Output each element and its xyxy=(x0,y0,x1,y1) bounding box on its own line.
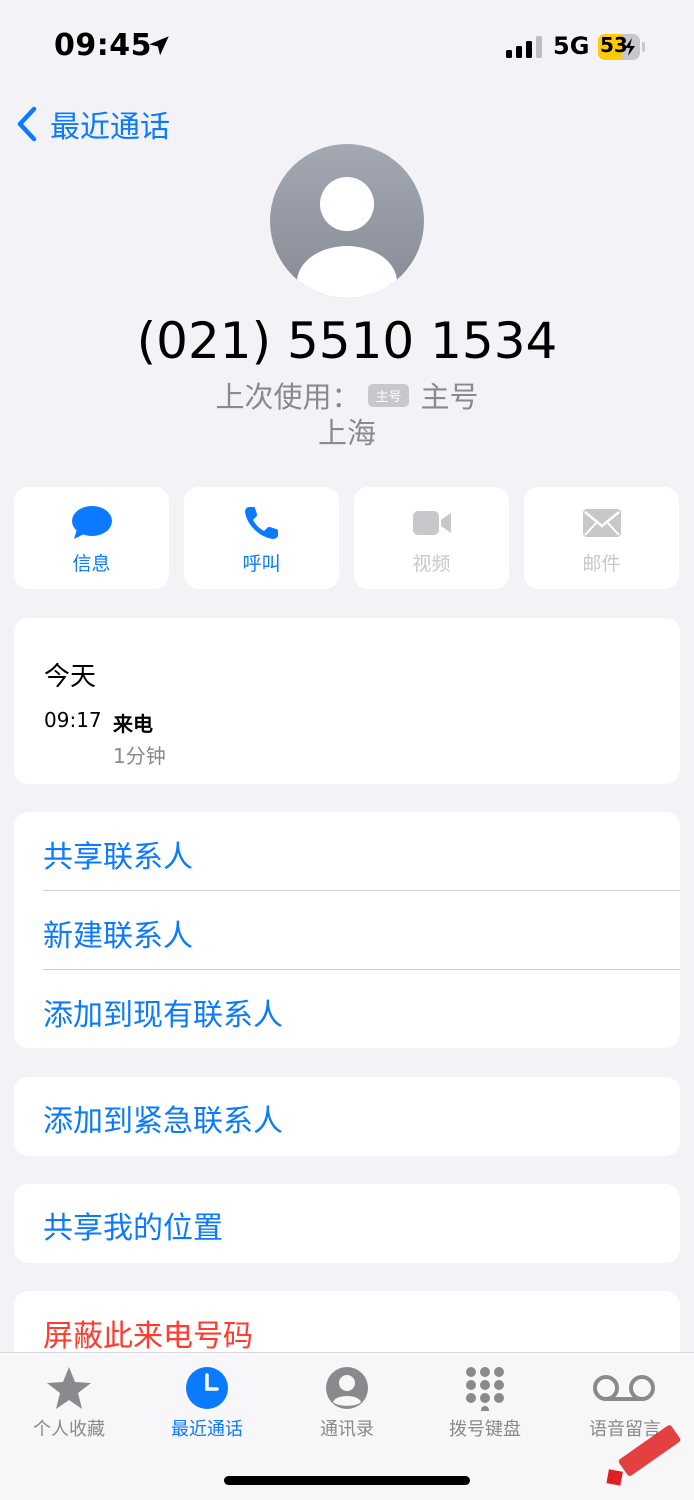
divider xyxy=(43,890,680,891)
mail-button[interactable]: 邮件 xyxy=(524,487,679,589)
location-card: 共享我的位置 xyxy=(14,1184,680,1263)
history-call-type: 来电 xyxy=(113,712,153,736)
history-duration: 1分钟 xyxy=(113,744,166,768)
video-label: 视频 xyxy=(412,553,451,575)
block-caller-button[interactable]: 屏蔽此来电号码 xyxy=(43,1311,253,1355)
contact-options-card: 共享联系人 新建联系人 添加到现有联系人 xyxy=(14,812,680,1048)
call-label: 呼叫 xyxy=(242,553,281,575)
star-icon xyxy=(47,1367,91,1409)
mail-icon xyxy=(583,509,621,537)
tab-label: 个人收藏 xyxy=(33,1419,105,1440)
call-history-card: 今天 09:17 来电 1分钟 xyxy=(14,618,680,784)
history-time: 09:17 xyxy=(44,708,102,732)
share-contact-button[interactable]: 共享联系人 xyxy=(43,832,193,876)
location-arrow-icon xyxy=(149,36,169,56)
phone-number: (021) 5510 1534 xyxy=(136,312,558,370)
mail-label: 邮件 xyxy=(582,553,621,575)
share-location-button[interactable]: 共享我的位置 xyxy=(43,1203,223,1247)
cellular-signal-icon xyxy=(506,36,542,58)
status-bar: 09:45 5G 53 xyxy=(0,0,694,92)
new-contact-button[interactable]: 新建联系人 xyxy=(43,911,193,955)
battery-percent: 53 xyxy=(600,33,628,57)
add-emergency-contact-button[interactable]: 添加到紧急联系人 xyxy=(43,1096,283,1140)
tab-label: 最近通话 xyxy=(171,1419,243,1440)
message-label: 信息 xyxy=(72,553,111,575)
back-label: 最近通话 xyxy=(50,110,170,145)
watermark-logo-icon xyxy=(606,1425,681,1486)
avatar xyxy=(270,144,424,298)
status-time: 09:45 xyxy=(54,28,152,63)
history-day: 今天 xyxy=(44,662,97,692)
person-silhouette-icon xyxy=(297,177,397,298)
keypad-icon xyxy=(466,1367,504,1411)
divider xyxy=(43,969,680,970)
video-icon xyxy=(413,511,451,535)
region: 上海 xyxy=(317,416,376,450)
back-button[interactable]: 最近通话 xyxy=(14,102,170,146)
chevron-left-icon xyxy=(17,106,37,142)
phone-icon xyxy=(245,507,278,539)
call-button[interactable]: 呼叫 xyxy=(184,487,339,589)
tab-label: 拨号键盘 xyxy=(449,1419,521,1440)
clock-icon xyxy=(186,1367,228,1409)
message-icon xyxy=(72,506,112,539)
video-button[interactable]: 视频 xyxy=(354,487,509,589)
network-type: 5G xyxy=(553,32,590,60)
person-icon xyxy=(326,1367,368,1409)
home-indicator[interactable] xyxy=(224,1476,470,1485)
message-button[interactable]: 信息 xyxy=(14,487,169,589)
voicemail-icon xyxy=(593,1375,655,1401)
emergency-card: 添加到紧急联系人 xyxy=(14,1077,680,1156)
tab-label: 通讯录 xyxy=(320,1419,374,1440)
sim-badge: 主号 xyxy=(368,383,409,407)
add-to-existing-contact-button[interactable]: 添加到现有联系人 xyxy=(43,990,283,1034)
